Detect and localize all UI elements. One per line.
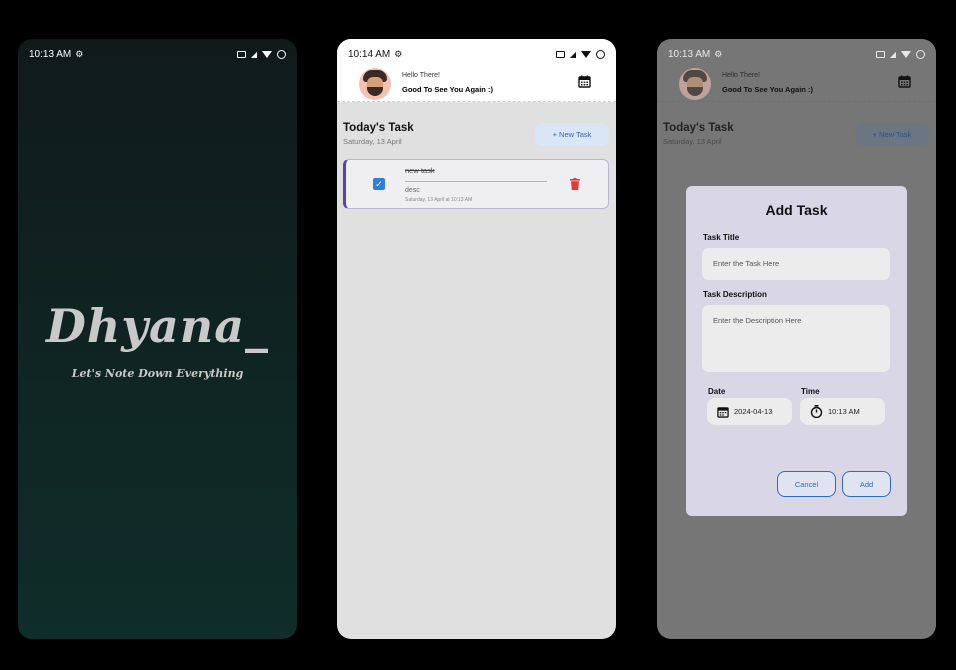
home-screen: 10:14 AM ⚙ ◢ Hello There! Good To See Yo… [337,39,616,639]
section-date: Saturday, 13 April [663,137,722,146]
signal-icon: ◢ [569,49,576,59]
status-time: 10:13 AM [29,48,72,60]
new-task-button[interactable]: + New Task [535,123,609,146]
divider [405,181,547,182]
app-header: Hello There! Good To See You Again :) [337,68,616,102]
greeting-small: Hello There! [402,72,441,79]
date-picker[interactable]: 2024-04-13 [707,398,792,425]
calendar-icon [717,406,729,418]
delete-icon[interactable] [570,178,580,190]
settings-status-icon: ⚙ [394,48,403,59]
app-logo-text: Dhyana_ [45,299,270,353]
date-value: 2024-04-13 [734,407,773,416]
signal-icon: ◢ [250,49,257,59]
task-checkbox[interactable]: ✓ [373,178,385,190]
add-task-dialog: Add Task Task Title Enter the Task Here … [686,186,907,516]
greeting-small: Hello There! [722,72,761,79]
data-saver-icon [875,50,885,58]
settings-status-icon: ⚙ [75,48,84,59]
data-saver-icon [555,50,565,58]
greeting-main: Good To See You Again :) [402,85,493,94]
task-timestamp: Saturday, 13 April at 10:13 AM [405,197,473,203]
splash-screen: 10:13 AM ⚙ ◢ Dhyana_ Let's Note Down Eve… [18,39,297,639]
battery-icon [596,49,605,59]
task-description-input[interactable]: Enter the Description Here [702,305,890,372]
section-title: Today's Task [663,122,734,134]
status-bar: 10:13 AM ⚙ ◢ [657,39,936,69]
wifi-icon [262,50,272,58]
settings-status-icon: ⚙ [714,48,723,59]
time-value: 10:13 AM [828,407,860,416]
date-label: Date [708,387,726,396]
avatar[interactable] [359,68,391,100]
wifi-icon [901,50,911,58]
calendar-icon[interactable] [578,75,591,88]
calendar-icon [898,75,911,88]
wifi-icon [581,50,591,58]
time-label: Time [801,387,820,396]
status-bar: 10:14 AM ⚙ ◢ [337,39,616,69]
section-title: Today's Task [343,122,414,134]
status-time: 10:14 AM [348,48,391,60]
app-header: Hello There! Good To See You Again :) [657,68,936,102]
battery-icon [277,49,286,59]
battery-icon [916,49,925,59]
time-picker[interactable]: 10:13 AM [800,398,885,425]
status-bar: 10:13 AM ⚙ ◢ [18,39,297,69]
task-title: new task [405,166,435,175]
dialog-title: Add Task [765,202,828,218]
avatar [679,68,711,100]
add-task-screen: 10:13 AM ⚙ ◢ Hello There! Good To See Yo… [657,39,936,639]
timer-icon [810,405,823,418]
task-title-label: Task Title [703,233,740,242]
new-task-button: + New Task [855,123,929,146]
data-saver-icon [236,50,246,58]
app-tagline: Let's Note Down Everything [71,367,244,380]
greeting-main: Good To See You Again :) [722,85,813,94]
task-card[interactable]: ✓ new task desc Saturday, 13 April at 10… [343,159,609,209]
signal-icon: ◢ [889,49,896,59]
task-description-label: Task Description [703,290,767,299]
section-date: Saturday, 13 April [343,137,402,146]
task-description: desc [405,187,420,194]
cancel-button[interactable]: Cancel [777,471,836,497]
status-time: 10:13 AM [668,48,711,60]
add-button[interactable]: Add [842,471,891,497]
task-title-input[interactable]: Enter the Task Here [702,248,890,280]
